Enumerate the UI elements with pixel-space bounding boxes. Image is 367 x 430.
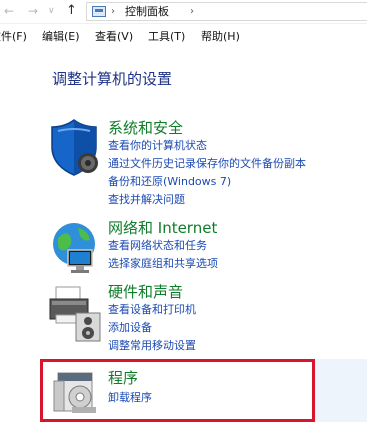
category-title-network-internet[interactable]: 网络和 Internet	[108, 219, 217, 237]
link-uninstall-program[interactable]: 卸载程序	[108, 391, 152, 405]
breadcrumb-separator-icon[interactable]: ›	[111, 5, 115, 19]
control-panel-window: ← → ∨ ↑ › 控制面板 › 文件(F) 编辑(E) 查看(V) 工具(T)…	[0, 0, 367, 430]
breadcrumb-separator-icon[interactable]: ›	[190, 5, 194, 19]
address-field[interactable]: › 控制面板 ›	[86, 2, 367, 21]
menu-file[interactable]: 文件(F)	[0, 28, 27, 46]
menu-bar: 文件(F) 编辑(E) 查看(V) 工具(T) 帮助(H)	[0, 28, 367, 46]
menu-tools[interactable]: 工具(T)	[148, 28, 185, 46]
category-title-programs[interactable]: 程序	[108, 369, 138, 387]
category-title-hardware-sound[interactable]: 硬件和声音	[108, 283, 183, 301]
link-view-network-status[interactable]: 查看网络状态和任务	[108, 239, 207, 253]
control-panel-icon	[92, 6, 106, 17]
address-bar: ← → ∨ ↑ › 控制面板 ›	[0, 0, 367, 24]
link-backup-restore[interactable]: 备份和还原(Windows 7)	[108, 175, 231, 189]
link-mobility-settings[interactable]: 调整常用移动设置	[108, 339, 196, 353]
breadcrumb-control-panel[interactable]: 控制面板	[125, 4, 169, 20]
programs-icon[interactable]	[52, 367, 102, 415]
menu-view[interactable]: 查看(V)	[95, 28, 133, 46]
link-troubleshoot[interactable]: 查找并解决问题	[108, 193, 185, 207]
shield-icon[interactable]	[48, 117, 104, 177]
category-title-system-security[interactable]: 系统和安全	[108, 119, 183, 137]
selection-shade	[315, 359, 367, 422]
printer-icon[interactable]	[48, 283, 104, 345]
network-icon[interactable]	[48, 216, 104, 276]
back-icon[interactable]: ←	[4, 3, 14, 19]
menu-edit[interactable]: 编辑(E)	[42, 28, 80, 46]
link-devices-printers[interactable]: 查看设备和打印机	[108, 303, 196, 317]
link-view-computer-status[interactable]: 查看你的计算机状态	[108, 139, 207, 153]
menu-help[interactable]: 帮助(H)	[201, 28, 240, 46]
link-homegroup-sharing[interactable]: 选择家庭组和共享选项	[108, 257, 218, 271]
forward-icon[interactable]: →	[28, 3, 38, 19]
recent-locations-icon[interactable]: ∨	[48, 3, 55, 19]
page-title: 调整计算机的设置	[52, 70, 173, 88]
link-file-history-backup[interactable]: 通过文件历史记录保存你的文件备份副本	[108, 157, 306, 171]
link-add-device[interactable]: 添加设备	[108, 321, 152, 335]
up-folder-icon[interactable]: ↑	[66, 3, 77, 19]
